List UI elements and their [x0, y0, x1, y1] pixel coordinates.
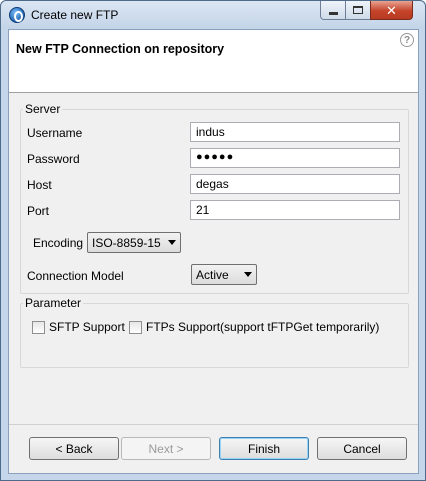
minimize-button[interactable] — [320, 1, 346, 20]
encoding-select[interactable]: ISO-8859-15 — [87, 232, 181, 253]
minimize-icon — [328, 11, 338, 15]
port-label: Port — [27, 204, 50, 218]
connection-model-select[interactable]: Active — [191, 264, 257, 285]
password-field[interactable]: ●●●●● — [190, 148, 400, 168]
maximize-button[interactable] — [345, 1, 371, 20]
host-field[interactable]: degas — [190, 174, 400, 194]
title-bar[interactable]: Create new FTP ✕ — [1, 1, 425, 29]
finish-button[interactable]: Finish — [219, 437, 309, 460]
server-legend: Server — [25, 102, 61, 116]
username-label: Username — [27, 126, 83, 140]
cancel-button[interactable]: Cancel — [317, 437, 407, 460]
sftp-support-checkbox[interactable]: SFTP Support — [32, 320, 125, 334]
help-icon[interactable]: ? — [400, 33, 414, 47]
encoding-label: Encoding — [33, 236, 84, 250]
maximize-icon — [353, 6, 363, 14]
username-field[interactable]: indus — [190, 122, 400, 142]
back-button[interactable]: < Back — [29, 437, 119, 460]
host-label: Host — [27, 178, 52, 192]
next-button[interactable]: Next > — [121, 437, 211, 460]
parameter-legend: Parameter — [25, 296, 82, 310]
page-title: New FTP Connection on repository — [16, 42, 225, 56]
password-label: Password — [27, 152, 80, 166]
chevron-down-icon — [244, 272, 252, 277]
ftps-checkbox-box[interactable] — [129, 320, 142, 334]
wizard-header: New FTP Connection on repository ? — [9, 30, 418, 93]
footer-divider — [9, 424, 418, 425]
close-button[interactable]: ✕ — [370, 1, 413, 20]
app-icon — [9, 7, 25, 23]
window-title: Create new FTP — [31, 8, 119, 22]
close-icon: ✕ — [386, 2, 397, 18]
sftp-support-label: SFTP Support — [49, 320, 125, 334]
dialog-body: New FTP Connection on repository ? Serve… — [8, 29, 419, 474]
ftps-support-label: FTPs Support(support tFTPGet temporarily… — [146, 320, 380, 334]
ftps-support-checkbox[interactable]: FTPs Support(support tFTPGet temporarily… — [129, 320, 379, 334]
sftp-checkbox-box[interactable] — [32, 320, 45, 334]
port-field[interactable]: 21 — [190, 200, 400, 220]
connection-model-label: Connection Model — [27, 269, 124, 283]
connection-model-value: Active — [196, 267, 229, 282]
chevron-down-icon — [168, 240, 176, 245]
dialog-window: Create new FTP ✕ New FTP Connection on r… — [0, 0, 426, 481]
encoding-value: ISO-8859-15 — [92, 235, 161, 250]
